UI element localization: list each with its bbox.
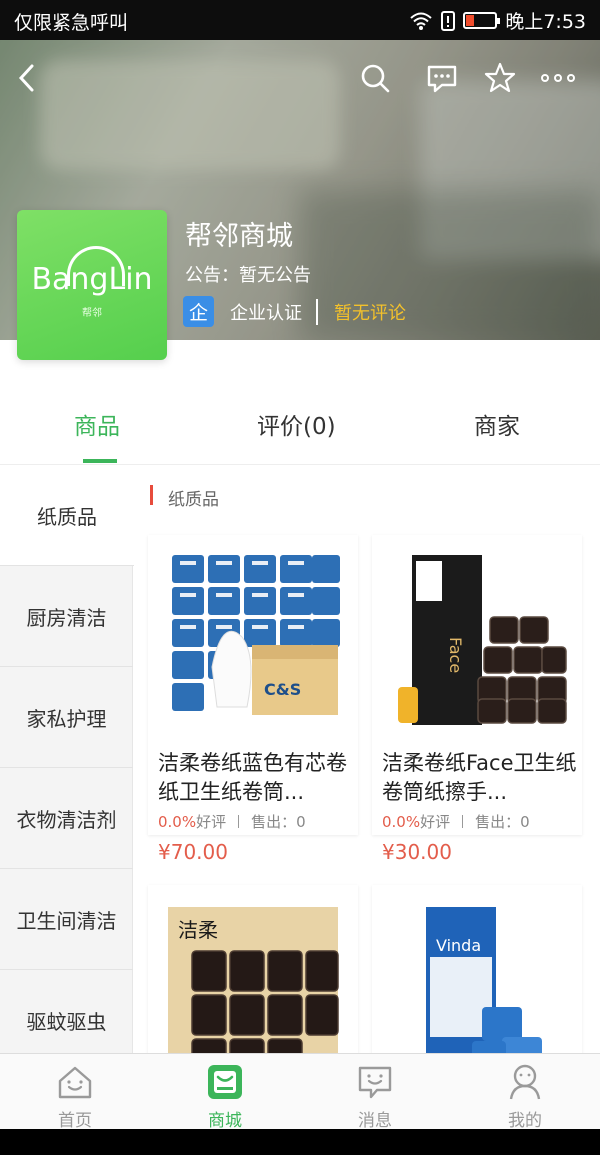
category-item[interactable]: 纸质品 xyxy=(0,465,134,566)
category-item[interactable]: 衣物清洁剂 xyxy=(0,768,133,869)
category-item[interactable]: 厨房清洁 xyxy=(0,566,133,667)
divider xyxy=(316,298,318,325)
chat-icon[interactable] xyxy=(424,60,460,96)
bottom-nav: 首页 商城 消息 我的 xyxy=(0,1053,600,1131)
tab-bar: 商品 评价(0) 商家 xyxy=(0,385,600,465)
product-list: 纸质品 C&S 洁柔卷纸蓝色有芯卷纸卫生纸卷筒... 0.0%好评 售出：0 ¥7… xyxy=(134,465,600,1053)
nav-messages[interactable]: 消息 xyxy=(300,1054,450,1131)
certification-row: 企 企业认证 暂无评论 xyxy=(183,296,406,327)
store-logo: BangLin 帮邻 xyxy=(17,210,167,360)
product-card[interactable]: Vinda xyxy=(372,885,582,1053)
status-bar: 仅限紧急呼叫 晚上7:53 xyxy=(0,0,600,40)
tab-merchant[interactable]: 商家 xyxy=(474,407,520,441)
product-meta: 0.0%好评 售出：0 xyxy=(382,811,530,832)
category-item[interactable]: 家私护理 xyxy=(0,667,133,768)
product-sold: 售出：0 xyxy=(475,813,530,831)
product-rating: 0.0% xyxy=(382,813,421,831)
product-card[interactable]: Face 洁柔卷纸Face卫生纸卷筒纸擦手... 0.0%好评 售出：0 ¥30.… xyxy=(372,535,582,864)
rating-label: 好评 xyxy=(420,813,451,831)
nav-home[interactable]: 首页 xyxy=(0,1054,150,1131)
nav-label: 商城 xyxy=(208,1111,242,1131)
product-price: ¥70.00 xyxy=(158,840,228,864)
svg-text:洁柔: 洁柔 xyxy=(178,918,218,942)
message-icon xyxy=(358,1066,392,1099)
nav-label: 消息 xyxy=(358,1111,392,1131)
review-status[interactable]: 暂无评论 xyxy=(334,299,406,325)
status-icons: 晚上7:53 xyxy=(409,7,586,34)
store-name: 帮邻商城 xyxy=(185,221,293,252)
back-icon[interactable] xyxy=(10,60,46,96)
system-nav-bar xyxy=(0,1129,600,1155)
product-name: 洁柔卷纸蓝色有芯卷纸卫生纸卷筒... xyxy=(158,751,347,804)
search-icon[interactable] xyxy=(357,60,393,96)
svg-text:C&S: C&S xyxy=(264,680,301,699)
product-name: 洁柔卷纸Face卫生纸卷筒纸擦手... xyxy=(382,751,577,804)
rating-label: 好评 xyxy=(196,813,227,831)
cert-label: 企业认证 xyxy=(230,302,302,324)
battery-icon xyxy=(463,12,501,29)
profile-icon xyxy=(509,1064,541,1100)
alert-icon xyxy=(441,10,456,31)
enterprise-badge-icon: 企 xyxy=(183,296,214,327)
svg-text:Face: Face xyxy=(446,637,465,673)
home-icon xyxy=(58,1066,92,1099)
section-title: 纸质品 xyxy=(150,485,219,510)
product-meta: 0.0%好评 售出：0 xyxy=(158,811,306,832)
tab-reviews[interactable]: 评价(0) xyxy=(257,407,336,441)
product-image: 洁柔 xyxy=(162,897,344,1053)
product-card[interactable]: 洁柔 xyxy=(148,885,358,1053)
carrier-text: 仅限紧急呼叫 xyxy=(14,12,129,34)
product-rating: 0.0% xyxy=(158,813,197,831)
store-notice: 公告：暂无公告 xyxy=(185,265,311,286)
nav-shop[interactable]: 商城 xyxy=(150,1054,300,1131)
product-image: Vinda xyxy=(386,897,568,1053)
nav-label: 首页 xyxy=(58,1111,92,1131)
product-price: ¥30.00 xyxy=(382,840,452,864)
tab-products[interactable]: 商品 xyxy=(74,407,120,441)
svg-text:Vinda: Vinda xyxy=(436,936,481,955)
nav-profile[interactable]: 我的 xyxy=(450,1054,600,1131)
logo-text: BangLin xyxy=(31,262,153,297)
active-tab-indicator xyxy=(83,459,117,463)
category-item[interactable]: 卫生间清洁 xyxy=(0,869,133,970)
product-image: C&S xyxy=(162,547,344,727)
more-icon[interactable] xyxy=(540,60,576,96)
shop-icon xyxy=(208,1065,242,1099)
product-image: Face xyxy=(386,547,568,727)
clock-text: 晚上7:53 xyxy=(505,11,586,33)
product-sold: 售出：0 xyxy=(251,813,306,831)
category-sidebar: 纸质品 厨房清洁 家私护理 衣物清洁剂 卫生间清洁 驱蚊驱虫 xyxy=(0,465,134,1071)
wifi-icon xyxy=(410,12,432,30)
logo-subtext: 帮邻 xyxy=(82,308,102,319)
product-card[interactable]: C&S 洁柔卷纸蓝色有芯卷纸卫生纸卷筒... 0.0%好评 售出：0 ¥70.00 xyxy=(148,535,358,864)
nav-label: 我的 xyxy=(508,1111,542,1131)
top-bar xyxy=(0,40,600,116)
star-icon[interactable] xyxy=(482,60,518,96)
